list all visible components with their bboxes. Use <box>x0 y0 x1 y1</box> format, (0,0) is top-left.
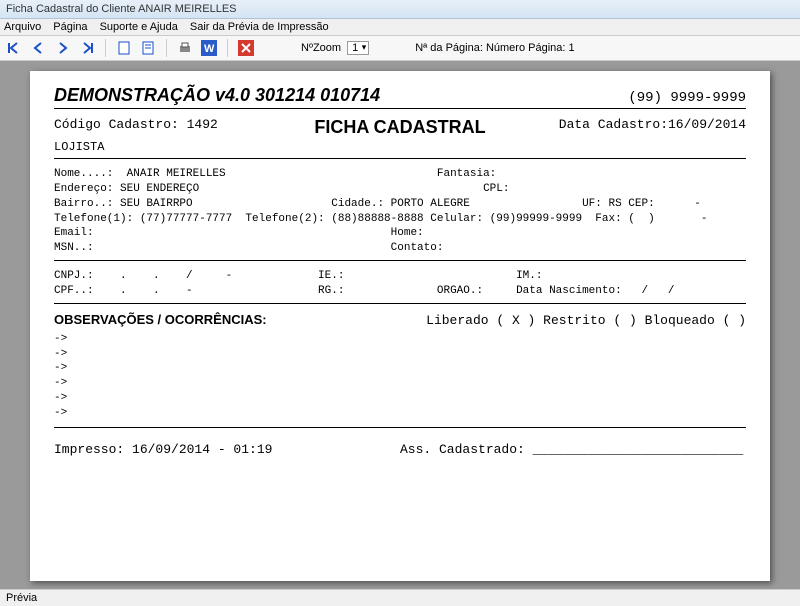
field-cnpj: CNPJ.: . . / - IE.: IM.: <box>54 269 746 284</box>
page-icon-1[interactable] <box>115 39 133 57</box>
company-phone: (99) 9999-9999 <box>628 90 746 106</box>
rule <box>54 303 746 304</box>
ass-cadastrado: Ass. Cadastrado: _______________________… <box>400 442 746 457</box>
ficha-title: FICHA CADASTRAL <box>285 117 516 138</box>
data-cadastro: Data Cadastro:16/09/2014 <box>515 117 746 138</box>
page-icon-2[interactable] <box>139 39 157 57</box>
menu-suporte[interactable]: Suporte e Ajuda <box>100 21 178 33</box>
menu-pagina[interactable]: Página <box>53 21 87 33</box>
page-number-label: Nª da Página: Número Página: 1 <box>415 42 574 54</box>
prev-page-icon[interactable] <box>30 39 48 57</box>
obs-title: OBSERVAÇÕES / OCORRÊNCIAS: <box>54 312 267 327</box>
field-email: Email: Home: <box>54 226 746 241</box>
last-page-icon[interactable] <box>78 39 96 57</box>
rule <box>54 260 746 261</box>
zoom-label: NºZoom <box>301 42 341 54</box>
field-telefones: Telefone(1): (77)77777-7777 Telefone(2):… <box>54 212 746 227</box>
next-page-icon[interactable] <box>54 39 72 57</box>
window-title: Ficha Cadastral do Cliente ANAIR MEIRELL… <box>6 3 237 15</box>
field-bairro: Bairro..: SEU BAIRRPO Cidade.: PORTO ALE… <box>54 197 746 212</box>
codigo-cadastro: Código Cadastro: 1492 <box>54 117 285 138</box>
menu-sair[interactable]: Sair da Prévia de Impressão <box>190 21 329 33</box>
obs-line: -> <box>54 347 746 362</box>
obs-line: -> <box>54 332 746 347</box>
first-page-icon[interactable] <box>6 39 24 57</box>
field-msn: MSN..: Contato: <box>54 241 746 256</box>
svg-text:W: W <box>204 43 215 55</box>
obs-line: -> <box>54 406 746 421</box>
separator <box>166 39 167 57</box>
status-text: Prévia <box>6 592 37 604</box>
zoom-select[interactable]: 1 <box>347 41 369 55</box>
impresso-label: Impresso: 16/09/2014 - 01:19 <box>54 442 400 457</box>
preview-viewport: DEMONSTRAÇÃO v4.0 301214 010714 (99) 999… <box>0 61 800 589</box>
obs-line: -> <box>54 391 746 406</box>
window-titlebar: Ficha Cadastral do Cliente ANAIR MEIRELL… <box>0 0 800 19</box>
separator <box>227 39 228 57</box>
lojista-label: LOJISTA <box>54 140 746 154</box>
field-cpf: CPF..: . . - RG.: ORGAO.: Data Nasciment… <box>54 284 746 299</box>
word-icon[interactable]: W <box>200 39 218 57</box>
demo-title: DEMONSTRAÇÃO v4.0 301214 010714 <box>54 85 380 106</box>
menu-arquivo[interactable]: Arquivo <box>4 21 41 33</box>
rule <box>54 108 746 109</box>
print-icon[interactable] <box>176 39 194 57</box>
obs-line: -> <box>54 376 746 391</box>
toolbar: W NºZoom 1 Nª da Página: Número Página: … <box>0 36 800 61</box>
rule <box>54 427 746 428</box>
field-endereco: Endereço: SEU ENDEREÇO CPL: <box>54 182 746 197</box>
obs-status: Liberado ( X ) Restrito ( ) Bloqueado ( … <box>426 313 746 328</box>
close-icon[interactable] <box>237 39 255 57</box>
statusbar: Prévia <box>0 589 800 606</box>
separator <box>105 39 106 57</box>
rule <box>54 158 746 159</box>
menubar: Arquivo Página Suporte e Ajuda Sair da P… <box>0 19 800 36</box>
obs-line: -> <box>54 361 746 376</box>
document-page: DEMONSTRAÇÃO v4.0 301214 010714 (99) 999… <box>30 71 770 581</box>
field-nome: Nome....: ANAIR MEIRELLES Fantasia: <box>54 167 746 182</box>
